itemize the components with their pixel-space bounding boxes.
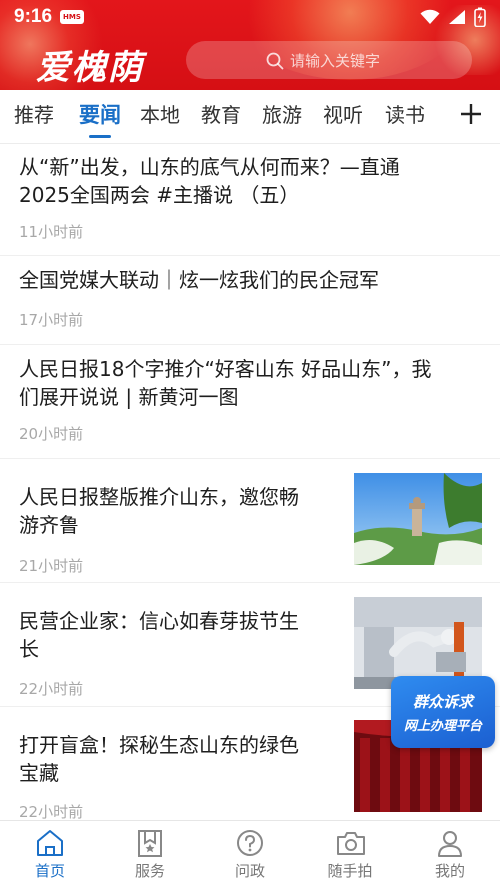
tab-travel[interactable]: 旅游 [262,100,302,130]
search-placeholder: 请输入关键字 [290,51,381,70]
tab-headlines[interactable]: 要闻 [79,100,121,130]
tab-audiovisual[interactable]: 视听 [323,100,363,130]
question-icon [237,830,263,856]
plus-icon[interactable] [460,103,482,125]
news-time: 22小时前 [19,680,84,698]
news-item[interactable]: 人民日报整版推介山东，邀您畅 游齐鲁 21小时前 [0,459,500,583]
landscape-thumbnail [354,473,482,565]
app-header: 9:16 HMS 爱槐荫 请输入关键字 [0,0,500,90]
nav-inquiry[interactable]: 问政 [200,821,300,888]
hms-badge: HMS [60,10,84,24]
news-time: 21小时前 [19,557,84,575]
search-input[interactable]: 请输入关键字 [186,41,472,79]
channel-tabs: 推荐 要闻 本地 教育 旅游 视听 读书 [0,90,500,144]
news-time: 17小时前 [19,311,84,329]
nav-snapshot[interactable]: 随手拍 [300,821,400,888]
wifi-icon [420,9,440,24]
news-item[interactable]: 全国党媒大联动｜炫一炫我们的民企冠军 17小时前 [0,256,500,345]
nav-service[interactable]: 服务 [100,821,200,888]
news-title: 人民日报整版推介山东，邀您畅 游齐鲁 [19,485,299,537]
tab-recommend[interactable]: 推荐 [14,100,54,130]
news-time: 11小时前 [19,223,84,241]
badge-line2: 网上办理平台 [403,718,482,734]
news-title: 人民日报18个字推介“好客山东 好品山东”，我 们展开说说 | 新黄河一图 [19,357,432,409]
status-bar: 9:16 HMS [0,0,500,34]
news-title: 民营企业家：信心如春芽拔节生 长 [19,609,299,661]
news-time: 20小时前 [19,425,84,443]
tab-reading[interactable]: 读书 [385,100,425,130]
bottom-nav: 首页 服务 问政 随手拍 我的 [0,820,500,888]
badge-line1: 群众诉求 [412,692,473,711]
tab-education[interactable]: 教育 [201,100,241,130]
news-item[interactable]: 从“新”出发，山东的底气从何而来？—直通 2025全国两会 #主播说 （五） 1… [0,144,500,256]
news-title: 全国党媒大联动｜炫一炫我们的民企冠军 [19,268,379,292]
home-icon [37,830,63,856]
service-bookmark-icon [138,830,162,857]
status-time: 9:16 [14,6,53,27]
news-item[interactable]: 人民日报18个字推介“好客山东 好品山东”，我 们展开说说 | 新黄河一图 20… [0,345,500,459]
news-title: 从“新”出发，山东的底气从何而来？—直通 2025全国两会 #主播说 （五） [19,155,400,207]
nav-home[interactable]: 首页 [0,821,100,888]
news-time: 22小时前 [19,803,84,821]
search-icon [266,52,284,70]
battery-icon [474,7,486,27]
camera-icon [337,832,365,855]
tab-local[interactable]: 本地 [140,100,180,130]
nav-profile[interactable]: 我的 [400,821,500,888]
app-logo: 爱槐荫 [36,48,144,88]
news-title: 打开盲盒！探秘生态山东的绿色 宝藏 [19,733,299,785]
public-appeal-badge[interactable]: 群众诉求 网上办理平台 [391,676,495,748]
status-icons [420,7,486,27]
signal-icon [449,10,465,24]
user-icon [438,831,462,857]
